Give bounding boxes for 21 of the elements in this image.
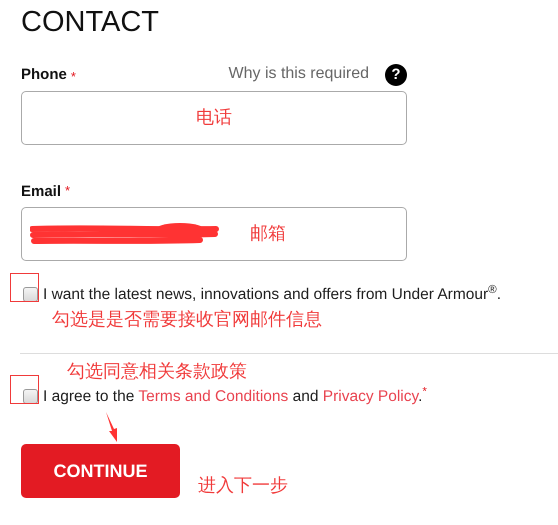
checkbox-label: I want the latest news, innovations and offers from Under Armour$^{®}$.: [43, 282, 502, 304]
policy-link[interactable]: Privacy Policy: [322, 388, 418, 405]
required-mark: *: [70, 68, 76, 86]
checkbox[interactable]: [22, 388, 38, 404]
agreement-text: I agree to the Terms and Conditions and Privacy Policy.$^{*}$: [43, 384, 427, 407]
email-field[interactable]: 邮箱: [21, 206, 407, 260]
help-icon[interactable]: ?: [385, 64, 407, 86]
annotation-text: 邮箱: [250, 224, 286, 244]
phone-field[interactable]: 电话: [21, 91, 407, 145]
continue-button[interactable]: CONTINUE: [21, 444, 180, 498]
annotation-text: 进入下一步: [198, 476, 288, 496]
checkbox[interactable]: [22, 286, 38, 302]
annotation-text: 电话: [196, 108, 232, 128]
field-label: Email: [21, 182, 62, 202]
section-heading: CONTACT: [21, 5, 160, 39]
annotation-text: 勾选同意相关条款政策: [67, 362, 247, 382]
help-link[interactable]: Why is this required: [228, 62, 369, 86]
field-label: Phone: [21, 64, 67, 84]
annotation-text: 勾选是是否需要接收官网邮件信息: [52, 310, 322, 330]
policy-link[interactable]: Terms and Conditions: [138, 388, 288, 405]
required-mark: *: [65, 182, 70, 200]
